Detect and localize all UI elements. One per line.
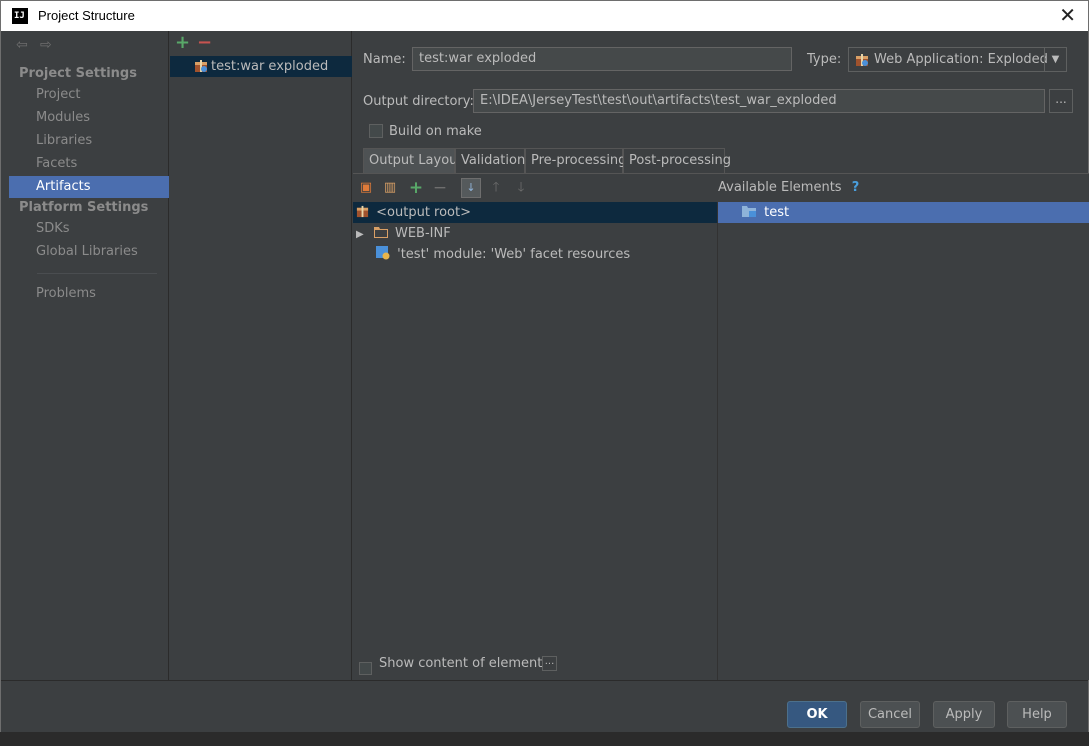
tab-validation[interactable]: Validation xyxy=(455,148,525,173)
available-item-test[interactable]: test xyxy=(718,202,1089,223)
nav-item-problems[interactable]: Problems xyxy=(9,283,169,305)
artifact-item[interactable]: test:war exploded xyxy=(170,56,352,77)
expand-arrow-icon[interactable]: ▶ xyxy=(356,229,364,240)
tree-row-label: WEB-INF xyxy=(394,226,451,241)
background-editor-strip xyxy=(0,732,1089,746)
show-content-checkbox[interactable] xyxy=(359,662,372,675)
war-archive-icon xyxy=(856,54,868,66)
dialog-body: ⇦ ⇨ Project Settings Project Modules Libr… xyxy=(0,31,1089,746)
window-title: Project Structure xyxy=(38,8,135,23)
create-directory-icon[interactable]: ▣ xyxy=(357,179,375,197)
output-layout-tree: <output root> ▶ WEB-INF 'test' module: '… xyxy=(353,202,718,680)
add-element-icon[interactable]: + xyxy=(407,179,425,197)
apply-button[interactable]: Apply xyxy=(933,701,995,728)
nav-item-libraries[interactable]: Libraries xyxy=(9,130,169,152)
tab-output-layout[interactable]: Output Layout xyxy=(363,148,462,173)
nav-item-global-libraries[interactable]: Global Libraries xyxy=(9,241,169,263)
artifacts-toolbar: + − xyxy=(175,34,219,52)
tab-post-processing[interactable]: Post-processing xyxy=(623,148,731,173)
nav-item-sdks[interactable]: SDKs xyxy=(9,218,169,240)
available-elements-label: Available Elements xyxy=(718,180,842,195)
create-archive-icon[interactable]: ▥ xyxy=(381,179,399,197)
output-layout-toolbar: ▣ ▥ + − ↓ 🡑 🡓 xyxy=(353,174,718,202)
intellij-logo-icon: IJ xyxy=(12,8,28,24)
sort-elements-icon[interactable]: ↓ xyxy=(461,178,481,198)
close-icon[interactable]: ✕ xyxy=(1059,5,1076,25)
platform-settings-header: Platform Settings xyxy=(19,200,149,215)
output-directory-field[interactable]: E:\IDEA\JerseyTest\test\out\artifacts\te… xyxy=(473,89,1045,113)
back-arrow-icon[interactable]: ⇦ xyxy=(16,37,34,53)
nav-item-facets[interactable]: Facets xyxy=(9,153,169,175)
help-icon[interactable]: ? xyxy=(852,180,860,195)
browse-button[interactable]: ... xyxy=(1049,89,1073,113)
module-folder-icon xyxy=(742,206,756,217)
output-directory-label: Output directory: xyxy=(363,94,474,109)
help-button[interactable]: Help xyxy=(1007,701,1067,728)
nav-history: ⇦ ⇨ xyxy=(16,37,64,53)
tree-row-web-facet-resources[interactable]: 'test' module: 'Web' facet resources xyxy=(376,244,630,265)
tree-row-output-root[interactable]: <output root> xyxy=(353,202,717,223)
settings-nav: ⇦ ⇨ Project Settings Project Modules Libr… xyxy=(9,31,169,680)
move-up-icon[interactable]: 🡑 xyxy=(487,179,505,197)
artifact-settings: Name: test:war exploded Type: Web Applic… xyxy=(353,31,1089,680)
ok-button[interactable]: OK xyxy=(787,701,847,728)
available-item-label: test xyxy=(764,205,790,220)
available-elements-tree: test xyxy=(718,202,1089,680)
show-content-options-button[interactable]: ... xyxy=(542,656,557,671)
project-settings-header: Project Settings xyxy=(19,66,137,81)
remove-artifact-icon[interactable]: − xyxy=(197,34,219,52)
available-elements-header: Available Elements ? xyxy=(718,174,1089,202)
add-artifact-icon[interactable]: + xyxy=(175,34,197,52)
build-on-make-checkbox[interactable] xyxy=(369,124,383,138)
forward-arrow-icon[interactable]: ⇨ xyxy=(40,37,58,53)
tree-row-label: 'test' module: 'Web' facet resources xyxy=(397,247,631,262)
output-layout-panel: ▣ ▥ + − ↓ 🡑 🡓 Available Elements ? <outp… xyxy=(353,174,1089,680)
nav-item-artifacts[interactable]: Artifacts xyxy=(9,176,169,198)
folder-icon xyxy=(373,227,388,238)
name-label: Name: xyxy=(363,52,406,67)
artifact-item-label: test:war exploded xyxy=(211,59,329,74)
nav-item-modules[interactable]: Modules xyxy=(9,107,169,129)
war-archive-icon xyxy=(356,205,369,218)
show-content-label: Show content of elements xyxy=(379,656,550,671)
artifacts-list-panel: + − test:war exploded xyxy=(170,31,352,680)
type-select-value: Web Application: Exploded xyxy=(874,52,1048,67)
web-facet-icon xyxy=(376,246,390,260)
war-archive-icon xyxy=(195,60,207,72)
nav-divider xyxy=(37,273,157,274)
type-select[interactable]: Web Application: Exploded ▼ xyxy=(848,47,1067,72)
type-label: Type: xyxy=(807,52,842,67)
cancel-button[interactable]: Cancel xyxy=(860,701,920,728)
name-field[interactable]: test:war exploded xyxy=(412,47,792,71)
tree-row-web-inf[interactable]: ▶ WEB-INF xyxy=(356,223,451,244)
build-on-make-label: Build on make xyxy=(389,124,482,139)
remove-element-icon[interactable]: − xyxy=(431,179,449,197)
chevron-down-icon: ▼ xyxy=(1044,48,1066,71)
tree-row-label: <output root> xyxy=(376,205,471,220)
tab-pre-processing[interactable]: Pre-processing xyxy=(525,148,626,173)
title-bar: IJ Project Structure ✕ xyxy=(0,0,1089,31)
nav-item-project[interactable]: Project xyxy=(9,84,169,106)
move-down-icon[interactable]: 🡓 xyxy=(512,179,530,197)
